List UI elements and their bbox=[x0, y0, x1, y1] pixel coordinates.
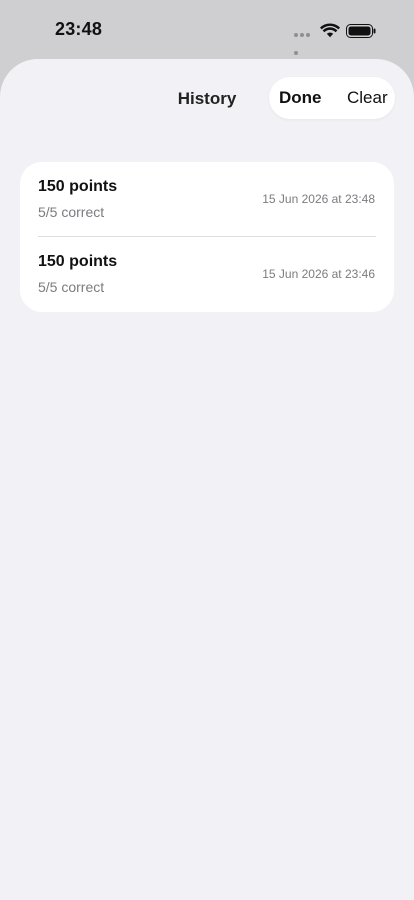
row-points: 150 points bbox=[38, 178, 118, 195]
nav-bar: History Done Clear bbox=[0, 59, 414, 139]
wifi-icon bbox=[320, 23, 340, 38]
clear-button[interactable]: Clear bbox=[347, 77, 388, 119]
page-title: History bbox=[177, 89, 237, 108]
history-list: 150 points 5/5 correct 15 Jun 2026 at 23… bbox=[20, 162, 394, 312]
nav-actions-pill: Done Clear bbox=[269, 77, 395, 119]
row-timestamp: 15 Jun 2026 at 23:48 bbox=[262, 192, 375, 206]
history-sheet: History Done Clear 150 points 5/5 correc… bbox=[0, 59, 414, 900]
row-timestamp: 15 Jun 2026 at 23:46 bbox=[262, 267, 375, 281]
done-button[interactable]: Done bbox=[279, 77, 322, 119]
signal-dots-icon bbox=[294, 33, 316, 55]
list-item[interactable]: 150 points 5/5 correct 15 Jun 2026 at 23… bbox=[20, 162, 394, 237]
status-time: 23:48 bbox=[55, 19, 103, 39]
row-correct-count: 5/5 correct bbox=[38, 204, 105, 220]
battery-icon bbox=[346, 24, 376, 38]
list-item[interactable]: 150 points 5/5 correct 15 Jun 2026 at 23… bbox=[20, 237, 394, 312]
status-bar: 23:48 bbox=[0, 0, 414, 58]
row-points: 150 points bbox=[38, 253, 118, 270]
row-correct-count: 5/5 correct bbox=[38, 279, 105, 295]
